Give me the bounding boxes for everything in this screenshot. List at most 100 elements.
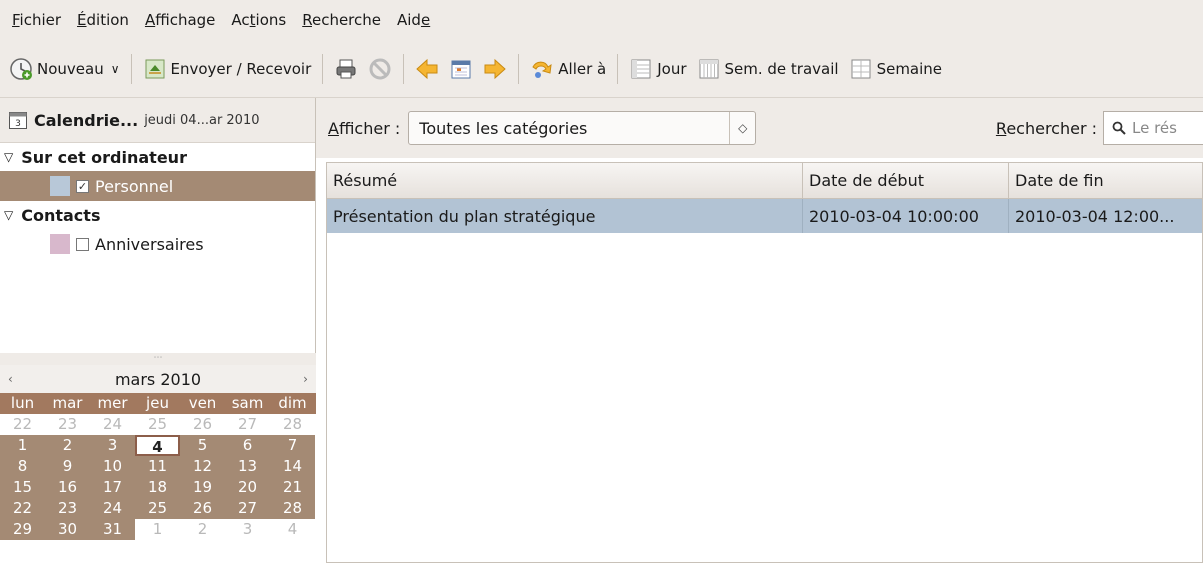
mini-calendar-title: mars 2010 bbox=[114, 369, 202, 389]
svg-text:3: 3 bbox=[15, 119, 21, 129]
workweek-view-button[interactable]: Sem. de travail bbox=[692, 49, 844, 89]
workweek-view-label: Sem. de travail bbox=[724, 59, 839, 78]
day-cell[interactable]: 13 bbox=[225, 456, 270, 477]
day-cell[interactable]: 27 bbox=[225, 414, 270, 435]
weekday-label: ven bbox=[180, 393, 225, 414]
event-list-header: Résumé Date de début Date de fin bbox=[327, 163, 1202, 199]
day-cell[interactable]: 25 bbox=[135, 498, 180, 519]
calendar-checkbox[interactable]: ✓ bbox=[76, 179, 89, 193]
event-summary: Présentation du plan stratégique bbox=[327, 199, 803, 233]
day-cell[interactable]: 18 bbox=[135, 477, 180, 498]
day-cell-today[interactable]: 4 bbox=[135, 435, 180, 456]
weekday-label: mer bbox=[90, 393, 135, 414]
day-view-button[interactable]: Jour bbox=[624, 49, 691, 89]
day-cell[interactable]: 10 bbox=[90, 456, 135, 477]
day-cell[interactable]: 26 bbox=[180, 498, 225, 519]
sidebar-date: jeudi 04...ar 2010 bbox=[144, 112, 260, 128]
new-appointment-icon bbox=[10, 57, 32, 80]
goto-button[interactable]: Aller à bbox=[525, 49, 611, 89]
column-header-summary[interactable]: Résumé bbox=[327, 163, 803, 198]
pane-resize-grip[interactable]: ⋯ bbox=[0, 353, 316, 365]
calendar-item-label: Anniversaires bbox=[95, 234, 204, 254]
weekday-label: sam bbox=[225, 393, 270, 414]
day-cell[interactable]: 8 bbox=[0, 456, 45, 477]
day-cell[interactable]: 1 bbox=[0, 435, 45, 456]
day-cell[interactable]: 30 bbox=[45, 519, 90, 540]
day-cell[interactable]: 4 bbox=[270, 519, 315, 540]
send-receive-button[interactable]: Envoyer / Recevoir bbox=[138, 49, 317, 89]
sidebar-header: 3 Calendrie... jeudi 04...ar 2010 bbox=[0, 98, 315, 143]
arrow-right-icon bbox=[484, 58, 507, 79]
menu-recherche[interactable]: Recherche bbox=[294, 11, 389, 29]
today-button[interactable] bbox=[444, 49, 478, 89]
day-cell[interactable]: 31 bbox=[90, 519, 135, 540]
print-button[interactable] bbox=[329, 49, 363, 89]
week-row: 22 23 24 25 26 27 28 bbox=[0, 414, 316, 435]
day-cell[interactable]: 3 bbox=[225, 519, 270, 540]
goto-label: Aller à bbox=[558, 59, 607, 78]
next-month-icon[interactable]: › bbox=[303, 372, 308, 386]
day-cell[interactable]: 25 bbox=[135, 414, 180, 435]
menu-aide[interactable]: Aide bbox=[389, 11, 438, 29]
week-row: 29 30 31 1 2 3 4 bbox=[0, 519, 316, 540]
search-input[interactable]: Le rés bbox=[1103, 111, 1203, 145]
menu-affichage[interactable]: Affichage bbox=[137, 11, 223, 29]
expander-icon[interactable]: ▽ bbox=[4, 208, 13, 222]
expander-icon[interactable]: ▽ bbox=[4, 150, 13, 164]
day-cell[interactable]: 17 bbox=[90, 477, 135, 498]
main-pane: Afficher : Toutes les catégories ◇ Reche… bbox=[316, 98, 1203, 563]
next-button[interactable] bbox=[478, 49, 512, 89]
calendar-group-contacts[interactable]: ▽ Contacts bbox=[0, 201, 315, 229]
week-view-button[interactable]: Semaine bbox=[844, 49, 947, 89]
day-cell[interactable]: 1 bbox=[135, 519, 180, 540]
day-cell[interactable]: 24 bbox=[90, 414, 135, 435]
day-cell[interactable]: 22 bbox=[0, 414, 45, 435]
new-button[interactable]: Nouveau ∨ bbox=[4, 49, 125, 89]
calendar-group-local[interactable]: ▽ Sur cet ordinateur bbox=[0, 143, 315, 171]
calendar-item-label: Personnel bbox=[95, 176, 174, 196]
previous-button[interactable] bbox=[410, 49, 444, 89]
day-cell[interactable]: 21 bbox=[270, 477, 315, 498]
column-header-start-date[interactable]: Date de début bbox=[803, 163, 1009, 198]
table-row[interactable]: Présentation du plan stratégique 2010-03… bbox=[327, 199, 1202, 233]
day-cell[interactable]: 9 bbox=[45, 456, 90, 477]
calendar-item-personnel[interactable]: ✓ Personnel bbox=[0, 171, 315, 201]
day-cell[interactable]: 19 bbox=[180, 477, 225, 498]
event-list: Résumé Date de début Date de fin Présent… bbox=[326, 162, 1203, 563]
category-select[interactable]: Toutes les catégories ◇ bbox=[408, 111, 757, 145]
day-cell[interactable]: 2 bbox=[45, 435, 90, 456]
day-cell[interactable]: 11 bbox=[135, 456, 180, 477]
day-cell[interactable]: 2 bbox=[180, 519, 225, 540]
calendar-item-anniversaires[interactable]: Anniversaires bbox=[0, 229, 315, 259]
week-row: 15 16 17 18 19 20 21 bbox=[0, 477, 316, 498]
day-cell[interactable]: 28 bbox=[270, 414, 315, 435]
day-cell[interactable]: 29 bbox=[0, 519, 45, 540]
day-cell[interactable]: 3 bbox=[90, 435, 135, 456]
day-cell[interactable]: 26 bbox=[180, 414, 225, 435]
day-cell[interactable]: 7 bbox=[270, 435, 315, 456]
day-cell[interactable]: 16 bbox=[45, 477, 90, 498]
day-cell[interactable]: 23 bbox=[45, 498, 90, 519]
calendar-group-label: Contacts bbox=[21, 205, 101, 225]
menu-fichier[interactable]: Fichier bbox=[4, 11, 69, 29]
mini-calendar-header: ‹ mars 2010 › bbox=[0, 365, 316, 393]
calendar-checkbox[interactable] bbox=[76, 237, 89, 251]
search-label: Rechercher : bbox=[995, 118, 1097, 138]
column-header-end-date[interactable]: Date de fin bbox=[1009, 163, 1199, 198]
menu-actions[interactable]: Actions bbox=[223, 11, 294, 29]
day-cell[interactable]: 14 bbox=[270, 456, 315, 477]
day-cell[interactable]: 20 bbox=[225, 477, 270, 498]
day-cell[interactable]: 27 bbox=[225, 498, 270, 519]
day-cell[interactable]: 23 bbox=[45, 414, 90, 435]
menu-edition[interactable]: Édition bbox=[69, 11, 137, 29]
day-cell[interactable]: 24 bbox=[90, 498, 135, 519]
day-cell[interactable]: 12 bbox=[180, 456, 225, 477]
day-cell[interactable]: 6 bbox=[225, 435, 270, 456]
delete-button[interactable] bbox=[363, 49, 397, 89]
day-cell[interactable]: 5 bbox=[180, 435, 225, 456]
day-cell[interactable]: 22 bbox=[0, 498, 45, 519]
prev-month-icon[interactable]: ‹ bbox=[8, 372, 13, 386]
day-cell[interactable]: 28 bbox=[270, 498, 315, 519]
toolbar-separator bbox=[518, 53, 520, 84]
day-cell[interactable]: 15 bbox=[0, 477, 45, 498]
